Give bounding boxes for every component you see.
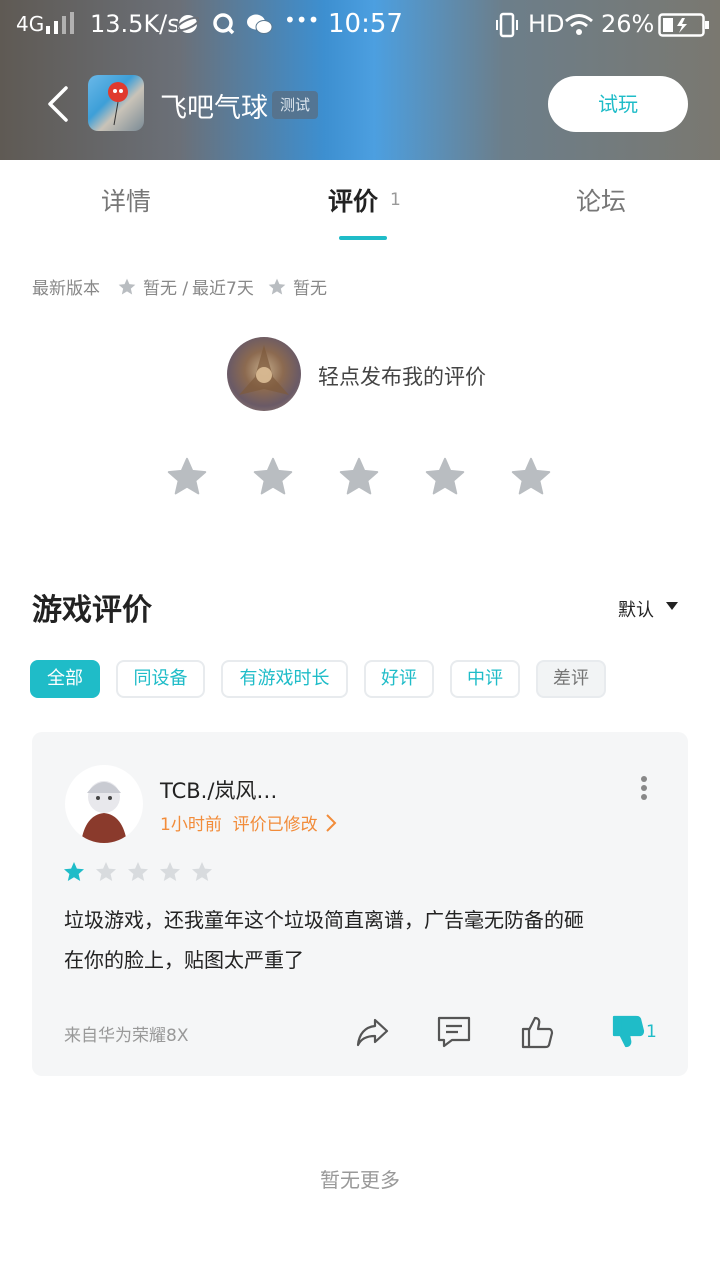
no-more-label: 暂无更多 [320, 1168, 400, 1192]
vibrate-icon [496, 12, 518, 38]
dislike-icon[interactable] [608, 1012, 648, 1052]
back-arrow-icon[interactable] [44, 84, 72, 124]
tab-details[interactable]: 详情 [101, 182, 151, 218]
filter-playtime[interactable]: 有游戏时长 [221, 660, 348, 698]
app-title: 飞吧气球 [160, 93, 268, 124]
star-icon [268, 278, 286, 295]
latest-version-value: 暂无 / [143, 279, 189, 299]
filter-neutral[interactable]: 中评 [450, 660, 520, 698]
balloon-icon [108, 82, 128, 126]
hd-indicator: HD [528, 10, 565, 38]
tab-reviews-count: 1 [390, 190, 401, 210]
battery-percent: 26% [601, 10, 655, 38]
try-button[interactable]: 试玩 [548, 76, 688, 132]
user-avatar[interactable] [65, 765, 143, 843]
review-time-text: 1小时前 [160, 815, 222, 835]
wechat-icon [247, 14, 273, 34]
tab-indicator [339, 236, 387, 240]
battery-icon [658, 13, 709, 37]
filter-negative[interactable]: 差评 [536, 660, 606, 698]
network-speed: 13.5K/s [90, 10, 180, 38]
beta-badge: 测试 [272, 91, 319, 119]
tab-forum[interactable]: 论坛 [576, 182, 626, 218]
app-icon [88, 75, 144, 131]
my-avatar[interactable] [227, 337, 301, 411]
review-star-icon [96, 862, 116, 881]
dislike-count: 1 [646, 1022, 657, 1042]
avatar-art [81, 781, 127, 843]
chevron-right-icon[interactable] [324, 813, 338, 833]
tab-reviews[interactable]: 评价 [328, 182, 378, 218]
share-icon[interactable] [353, 1012, 393, 1052]
rate-star-5-icon[interactable] [509, 455, 553, 499]
review-time[interactable]: 1小时前 评价已修改 [160, 810, 318, 835]
star-icon [118, 278, 136, 295]
rate-star-4-icon[interactable] [423, 455, 467, 499]
review-device: 来自华为荣耀8X [64, 1026, 189, 1046]
review-star-icon [128, 862, 148, 881]
wifi-icon [565, 14, 593, 35]
sort-dropdown[interactable]: 默认 [618, 596, 654, 622]
section-title: 游戏评价 [32, 593, 152, 628]
more-options-icon[interactable] [640, 776, 648, 800]
like-icon[interactable] [517, 1012, 557, 1052]
review-star-icon [64, 862, 84, 881]
comment-icon[interactable] [434, 1012, 474, 1052]
latest-version-label: 最新版本 [32, 279, 100, 299]
status-bar: 4G 13.5K/s ••• 10:57 HD 26% [0, 0, 720, 52]
rate-star-2-icon[interactable] [251, 455, 295, 499]
avatar-art [239, 345, 289, 395]
review-text-line: 垃圾游戏，还我童年这个垃圾简直离谱，广告毫无防备的砸 [64, 908, 584, 932]
review-star-icon [160, 862, 180, 881]
qq-browser-icon [213, 13, 235, 35]
filter-same-device[interactable]: 同设备 [116, 660, 205, 698]
rate-star-1-icon[interactable] [165, 455, 209, 499]
review-star-icon [192, 862, 212, 881]
clock: 10:57 [328, 9, 403, 39]
rate-star-3-icon[interactable] [337, 455, 381, 499]
review-text[interactable]: 垃圾游戏，还我童年这个垃圾简直离谱，广告毫无防备的砸 在你的脸上，贴图太严重了 [64, 900, 664, 980]
review-text-line: 在你的脸上，贴图太严重了 [64, 948, 304, 972]
signal-icon [46, 12, 76, 34]
network-type: 4G [16, 12, 45, 36]
app-header: 4G 13.5K/s ••• 10:57 HD 26% 飞吧气球 测试 试玩 [0, 0, 720, 160]
filter-positive[interactable]: 好评 [364, 660, 434, 698]
filter-all[interactable]: 全部 [30, 660, 100, 698]
planet-icon [177, 15, 199, 33]
review-username[interactable]: TCB./岚风… [160, 775, 277, 805]
recent-label: 最近7天 [192, 279, 254, 299]
more-notifications: ••• [284, 8, 320, 32]
review-edited: 评价已修改 [232, 815, 318, 835]
recent-value: 暂无 [293, 279, 327, 299]
write-review-prompt[interactable]: 轻点发布我的评价 [318, 361, 486, 391]
dropdown-arrow-icon[interactable] [666, 602, 678, 610]
